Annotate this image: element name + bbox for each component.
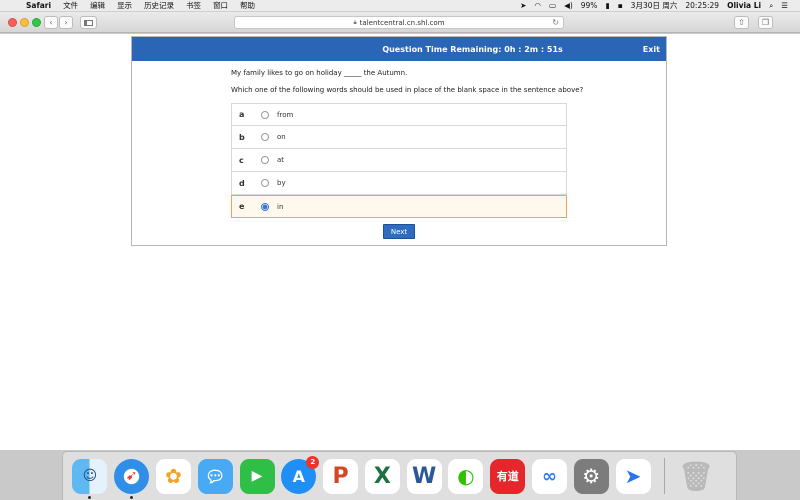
menu-edit[interactable]: 编辑 (84, 0, 111, 11)
radio-button-selected[interactable] (261, 202, 269, 211)
next-button[interactable]: Next (383, 224, 415, 239)
question-prompt: Which one of the following words should … (231, 86, 584, 94)
youdao-label: 有道 (496, 470, 519, 483)
answer-options: a from b on c at d by e in (231, 103, 567, 218)
menu-time[interactable]: 20:25:29 (681, 1, 723, 10)
option-text: at (277, 156, 285, 164)
system-preferences-icon[interactable]: ⚙ (573, 458, 609, 494)
option-letter: c (239, 155, 244, 165)
answer-option-a[interactable]: a from (231, 103, 567, 126)
display-icon[interactable]: ▭ (545, 1, 560, 10)
option-letter: e (239, 202, 245, 211)
trash-icon[interactable]: 🗑︎ (678, 459, 714, 494)
menu-app-name[interactable]: Safari (20, 1, 57, 10)
flag-icon[interactable]: ▪ (614, 1, 627, 10)
tabs-overview-button[interactable]: ❐ (758, 16, 773, 29)
reload-icon[interactable]: ↻ (552, 18, 559, 27)
quiz-panel: Question Time Remaining: 0h : 2m : 51s E… (131, 36, 667, 246)
app-store-badge: 2 (306, 455, 320, 469)
menu-window[interactable]: 窗口 (207, 0, 234, 11)
menu-file[interactable]: 文件 (57, 0, 84, 11)
share-button[interactable]: ⇧ (734, 16, 749, 29)
menu-date[interactable]: 3月30日 周六 (627, 0, 682, 11)
menu-user[interactable]: Olivia Li (723, 1, 765, 10)
tabs-icon: ❐ (761, 18, 770, 27)
word-icon[interactable]: W (406, 458, 442, 494)
finder-icon[interactable]: ☺ (72, 458, 108, 499)
volume-icon[interactable]: ◀) (560, 1, 577, 10)
share-icon: ⇧ (738, 18, 745, 27)
radio-button[interactable] (261, 179, 269, 187)
exit-link[interactable]: Exit (643, 45, 660, 54)
answer-option-e[interactable]: e in (231, 195, 567, 218)
answer-option-d[interactable]: d by (231, 172, 567, 195)
battery-icon[interactable]: ▮ (601, 1, 613, 10)
answer-option-b[interactable]: b on (231, 126, 567, 149)
baidu-netdisk-icon[interactable]: ∞ (531, 458, 567, 494)
notification-center-icon[interactable]: ☰ (777, 1, 792, 10)
question-text: My family likes to go on holiday _____ t… (231, 69, 408, 77)
facetime-icon[interactable]: ▶ (239, 458, 275, 494)
minimize-window-button[interactable] (20, 18, 29, 27)
powerpoint-icon[interactable]: P (323, 458, 359, 494)
youdao-icon[interactable]: 有道 (490, 458, 526, 494)
safari-icon[interactable]: ➹ (114, 458, 150, 499)
app-store-icon[interactable]: A 2 (281, 455, 320, 494)
messages-icon[interactable]: 💬︎ (197, 458, 233, 494)
web-page: Question Time Remaining: 0h : 2m : 51s E… (0, 34, 800, 450)
lock-icon: 🔒︎ (353, 18, 357, 26)
spotlight-icon[interactable]: ⌕ (765, 1, 777, 11)
menu-view[interactable]: 显示 (111, 0, 138, 11)
back-button[interactable]: ‹ (44, 16, 58, 29)
dock-separator (663, 458, 665, 494)
option-text: in (277, 202, 284, 211)
option-letter: b (239, 132, 245, 142)
location-icon[interactable]: ➤ (516, 1, 530, 10)
forward-button[interactable]: › (59, 16, 73, 29)
option-text: by (277, 179, 286, 187)
dock: ☺ ➹ ✿ 💬︎ ▶ A 2 P X W ◐ 有道 ∞ ⚙ ➤ 🗑︎ (62, 451, 737, 500)
sidebar-icon (84, 19, 93, 26)
wechat-icon[interactable]: ◐ (448, 458, 484, 494)
time-remaining: Question Time Remaining: 0h : 2m : 51s (382, 44, 563, 54)
option-text: from (277, 110, 294, 119)
menu-help[interactable]: 帮助 (234, 0, 261, 11)
menu-history[interactable]: 历史记录 (138, 0, 180, 11)
option-text: on (277, 133, 286, 141)
close-window-button[interactable] (8, 18, 17, 27)
zoom-window-button[interactable] (32, 18, 41, 27)
radio-button[interactable] (261, 133, 269, 141)
battery-percent: 99% (580, 1, 598, 10)
quiz-header: Question Time Remaining: 0h : 2m : 51s E… (132, 37, 666, 61)
answer-option-c[interactable]: c at (231, 149, 567, 172)
radio-button[interactable] (261, 110, 269, 119)
option-letter: a (239, 110, 245, 119)
wifi-icon[interactable]: ◠ (530, 1, 545, 10)
feishu-icon[interactable]: ➤ (615, 458, 651, 494)
status-area: ➤ ◠ ▭ ◀) 99% ▮ ▪ 3月30日 周六 20:25:29 Olivi… (516, 0, 800, 11)
address-url: talentcentral.cn.shl.com (359, 18, 445, 27)
address-bar[interactable]: 🔒︎ talentcentral.cn.shl.com ↻ (234, 16, 564, 29)
option-letter: d (239, 178, 245, 188)
radio-button[interactable] (261, 156, 269, 164)
excel-icon[interactable]: X (364, 458, 400, 494)
sidebar-toggle-button[interactable] (80, 16, 97, 29)
browser-toolbar: ‹ › 🔒︎ talentcentral.cn.shl.com ↻ ⇧ ❐ (0, 12, 800, 33)
photos-icon[interactable]: ✿ (155, 458, 191, 494)
menu-bar: Safari 文件 编辑 显示 历史记录 书签 窗口 帮助 ➤ ◠ ▭ ◀) 9… (0, 0, 800, 12)
menu-bookmarks[interactable]: 书签 (180, 0, 207, 11)
